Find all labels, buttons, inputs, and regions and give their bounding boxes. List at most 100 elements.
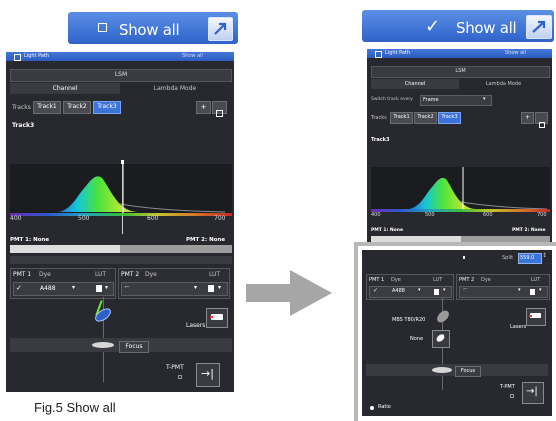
track2-button[interactable]: Track2 — [414, 112, 437, 124]
track-heading: Track3 — [371, 137, 390, 143]
channel-tabs: Channel Lambda Mode — [371, 79, 548, 89]
lut-header: LUT — [531, 277, 541, 283]
lut-chevron-icon: ▾ — [218, 284, 222, 291]
axis-tick-700: 700 — [214, 215, 226, 222]
expand-button[interactable] — [526, 15, 552, 39]
tab-lambda-mode[interactable]: Lambda Mode — [120, 83, 230, 94]
panel-title: Light Path — [24, 53, 50, 59]
add-track-button[interactable]: + — [196, 101, 211, 114]
lasers-button[interactable] — [206, 308, 228, 328]
show-all-label: Show all — [119, 21, 180, 39]
delete-track-button[interactable] — [535, 112, 548, 128]
track2-button[interactable]: Track2 — [63, 101, 91, 114]
tracks-label: Tracks — [371, 115, 387, 121]
dye-dropdown[interactable]: ⌐ ▾ ▾ — [121, 282, 228, 296]
spectrum-view[interactable] — [10, 154, 232, 214]
det-label: PMT 2 — [121, 271, 140, 278]
add-track-button[interactable]: + — [521, 112, 534, 124]
axis-tick-500: 500 — [78, 215, 90, 222]
lut-header: LUT — [209, 271, 221, 278]
unchecked-icon[interactable]: ⌐ — [463, 286, 468, 293]
pmt2-status: PMT 2: Name — [512, 228, 546, 233]
split-row — [10, 256, 232, 264]
show-all-check-icon[interactable]: ✓ — [425, 16, 440, 37]
show-all-checkbox[interactable] — [98, 23, 107, 32]
tpmt-button[interactable]: →| — [522, 382, 544, 404]
lut-color-swatch[interactable] — [434, 289, 439, 295]
detector-pmt2: PMT 2 Dye LUT ⌐ ▾ ▾ — [118, 268, 230, 299]
ratio-radio-icon[interactable] — [370, 406, 374, 410]
channel-split-bar[interactable] — [10, 245, 232, 253]
dye-header: Dye — [145, 271, 157, 278]
axis-tick-400: 400 — [371, 212, 381, 218]
channel-tabs: Channel Lambda Mode — [10, 83, 230, 94]
dye-header: Dye — [391, 277, 401, 283]
ratio-label: Ratio — [378, 404, 391, 410]
panel-title-bar: Light Path Show all — [6, 52, 234, 61]
tab-channel[interactable]: Channel — [371, 79, 459, 89]
trash-icon — [216, 110, 223, 117]
split-value-field[interactable]: 559.0 — [518, 253, 542, 264]
chevron-down-icon: ▾ — [483, 96, 486, 102]
tab-channel[interactable]: Channel — [10, 83, 120, 94]
stepper-icon[interactable]: ↕ — [542, 252, 547, 259]
panel-title-show-all[interactable]: Show all — [182, 52, 203, 61]
dye-dropdown[interactable]: ⌐ ▾ ▾ — [459, 286, 548, 298]
panel-title: Light Path — [385, 50, 411, 56]
pmt2-status: PMT 2: None — [186, 237, 226, 243]
track3-button[interactable]: Track3 — [438, 112, 461, 124]
lut-chevron-icon: ▾ — [105, 284, 109, 291]
chevron-down-icon: ▾ — [418, 287, 421, 293]
mode-selector[interactable]: LSM — [10, 69, 232, 82]
spectrum-view[interactable] — [371, 167, 550, 210]
chevron-down-icon: ▾ — [518, 287, 521, 293]
delete-track-button[interactable] — [212, 101, 227, 117]
lut-color-swatch[interactable] — [96, 285, 102, 292]
focus-button[interactable]: Focus — [119, 341, 149, 353]
mbs-mirror-icon[interactable] — [434, 308, 452, 325]
check-icon[interactable]: ✓ — [16, 284, 22, 292]
laser-icon-red — [529, 315, 532, 317]
tpmt-checkbox[interactable] — [178, 375, 182, 379]
lut-header: LUT — [433, 277, 443, 283]
objective-icon — [432, 367, 452, 373]
switch-track-value: Frame — [423, 97, 439, 103]
dye-dropdown[interactable]: ✓ A488 ▾ ▾ — [369, 286, 452, 298]
track3-button[interactable]: Track3 — [93, 101, 121, 114]
track1-button[interactable]: Track1 — [33, 101, 61, 114]
show-all-callout-right: ✓ Show all — [362, 10, 554, 42]
filter-icon — [435, 332, 446, 344]
tab-lambda-mode[interactable]: Lambda Mode — [459, 79, 548, 89]
tpmt-checkbox[interactable] — [510, 394, 514, 398]
chevron-down-icon: ▾ — [194, 284, 198, 291]
zoomed-detector-panel: Split 559.0 ↕ PMT 1 Dye LUT ✓ A488 ▾ ▾ P… — [362, 250, 552, 416]
detector-pmt2: PMT 2 Dye LUT ⌐ ▾ ▾ — [456, 274, 550, 300]
track-heading: Track3 — [12, 122, 35, 129]
split-label: Split — [502, 255, 514, 261]
light-path-icon — [375, 51, 382, 58]
unchecked-icon[interactable]: ⌐ — [124, 283, 130, 291]
tpmt-label: T-PMT — [166, 364, 184, 371]
mode-selector[interactable]: LSM — [371, 66, 550, 78]
tpmt-button[interactable]: →| — [196, 363, 220, 387]
track1-button[interactable]: Track1 — [390, 112, 413, 124]
check-icon[interactable]: ✓ — [373, 287, 378, 294]
light-path-panel-left: Light Path Show all LSM Channel Lambda M… — [6, 52, 234, 392]
expand-button[interactable] — [208, 17, 233, 41]
dye-header: Dye — [481, 277, 491, 283]
dye-header: Dye — [39, 271, 51, 278]
mode-label: LSM — [114, 71, 128, 78]
lasers-button[interactable] — [526, 308, 546, 326]
lut-color-swatch[interactable] — [208, 285, 214, 292]
det-label: PMT 2 — [459, 277, 475, 283]
panel-title-show-all[interactable]: Show all — [505, 49, 526, 58]
axis-tick-700: 700 — [537, 212, 547, 218]
dye-dropdown[interactable]: ✓ A488 ▾ ▾ — [13, 282, 114, 296]
filter-button[interactable] — [432, 330, 450, 348]
switch-track-dropdown[interactable]: Frame ▾ — [420, 95, 492, 106]
split-value: 559.0 — [520, 255, 535, 261]
focus-button[interactable]: Focus — [455, 366, 481, 377]
detector-pmt1: PMT 1 Dye LUT ✓ A488 ▾ ▾ — [366, 274, 454, 300]
lut-color-swatch[interactable] — [530, 289, 535, 295]
chevron-down-icon: ▾ — [72, 284, 76, 291]
